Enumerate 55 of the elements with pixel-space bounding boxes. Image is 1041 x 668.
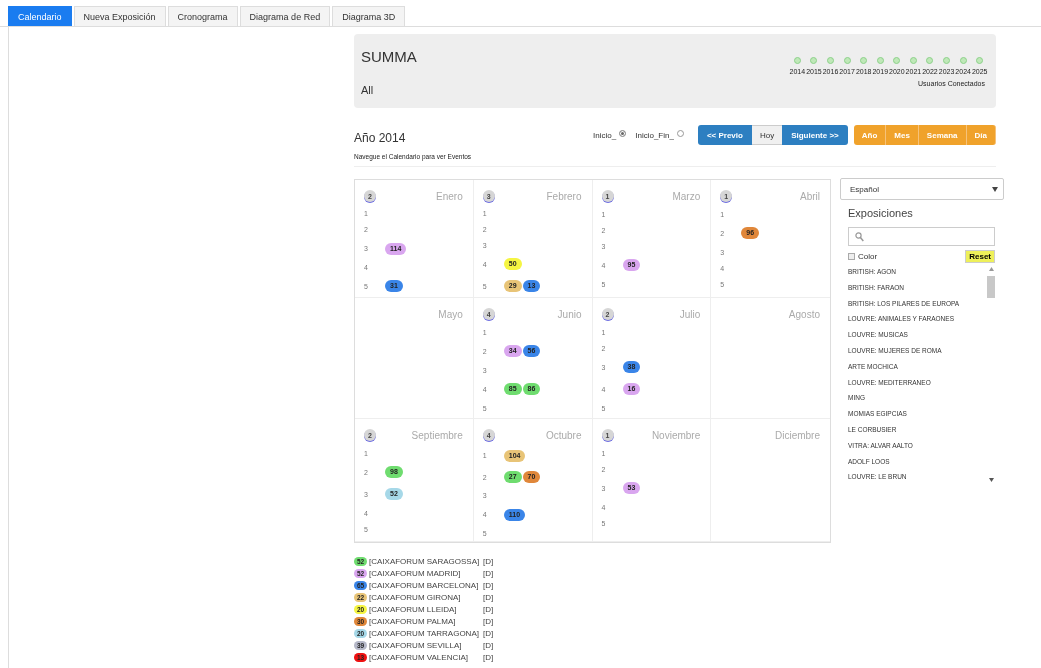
tab[interactable]: Nueva Exposición	[73, 6, 166, 26]
tab[interactable]: Diagrama 3D	[332, 6, 406, 26]
status-dot-icon	[893, 57, 901, 64]
link[interactable]: [D]	[483, 580, 494, 590]
radio-label: Inicio_	[593, 130, 617, 140]
venue-name: [CAIXAFORUM SARAGOSSA]	[369, 556, 481, 566]
tab[interactable]: Cronograma	[167, 6, 238, 26]
sidebar-title: Exposiciones	[848, 207, 914, 219]
search-icon	[855, 231, 864, 242]
venue-name: [CAIXAFORUM PALMA]	[369, 616, 457, 626]
link[interactable]: [D]	[483, 616, 494, 626]
venue-name: [CAIXAFORUM VALENCIA]	[369, 652, 469, 662]
tab[interactable]: Calendario	[8, 6, 72, 26]
status-dot-icon	[976, 57, 984, 64]
scroll-down-icon[interactable]	[988, 478, 994, 483]
year-title: Año 2014	[354, 131, 407, 145]
radio-label: Inicio_Fin_	[635, 130, 674, 140]
status-dot-icon	[926, 57, 934, 64]
venue-name: [CAIXAFORUM TARRAGONA]	[369, 628, 480, 638]
status-dot-icon	[810, 57, 818, 64]
status-dot-icon	[793, 57, 801, 64]
caret-icon	[992, 186, 998, 192]
radio-button[interactable]	[619, 129, 627, 137]
venue-name: [CAIXAFORUM MADRID]	[369, 568, 462, 578]
scroll-thumb[interactable]	[987, 276, 995, 298]
search-field[interactable]	[848, 227, 995, 246]
color-checkbox[interactable]: Color	[848, 252, 878, 261]
status-dot-icon	[827, 57, 834, 64]
reset-button[interactable]: Reset	[965, 250, 995, 263]
radio-button[interactable]	[676, 129, 684, 137]
status-dot-icon	[860, 57, 868, 64]
tab[interactable]: Diagrama de Red	[239, 6, 331, 26]
nav-button[interactable]: Hoy	[751, 125, 783, 145]
venue-name: [CAIXAFORUM LLEIDA]	[369, 604, 458, 614]
status-dot-icon	[843, 57, 851, 64]
status-dot-icon	[959, 57, 967, 64]
nav-button[interactable]: Siguiente >>	[782, 125, 848, 145]
language-select[interactable]: Español	[840, 178, 1004, 200]
link[interactable]: [D]	[483, 628, 494, 638]
link[interactable]: [D]	[483, 556, 494, 566]
nav-button[interactable]: << Previo	[697, 125, 752, 145]
venue-name: [CAIXAFORUM SEVILLA]	[369, 640, 463, 650]
status-dot-icon	[876, 57, 884, 64]
app-title: SUMMA	[361, 48, 417, 65]
link[interactable]: [D]	[483, 568, 494, 578]
link[interactable]: [D]	[483, 592, 494, 602]
status-dot-icon	[909, 57, 917, 64]
link[interactable]: [D]	[483, 640, 494, 650]
venue-name: [CAIXAFORUM BARCELONA]	[369, 580, 480, 590]
status-dot-icon	[943, 57, 951, 64]
link[interactable]: [D]	[483, 604, 494, 614]
filter-label: All	[361, 84, 375, 96]
scroll-up-icon[interactable]	[988, 267, 994, 271]
link[interactable]: [D]	[483, 652, 494, 662]
venue-name: [CAIXAFORUM GIRONA]	[369, 592, 462, 602]
